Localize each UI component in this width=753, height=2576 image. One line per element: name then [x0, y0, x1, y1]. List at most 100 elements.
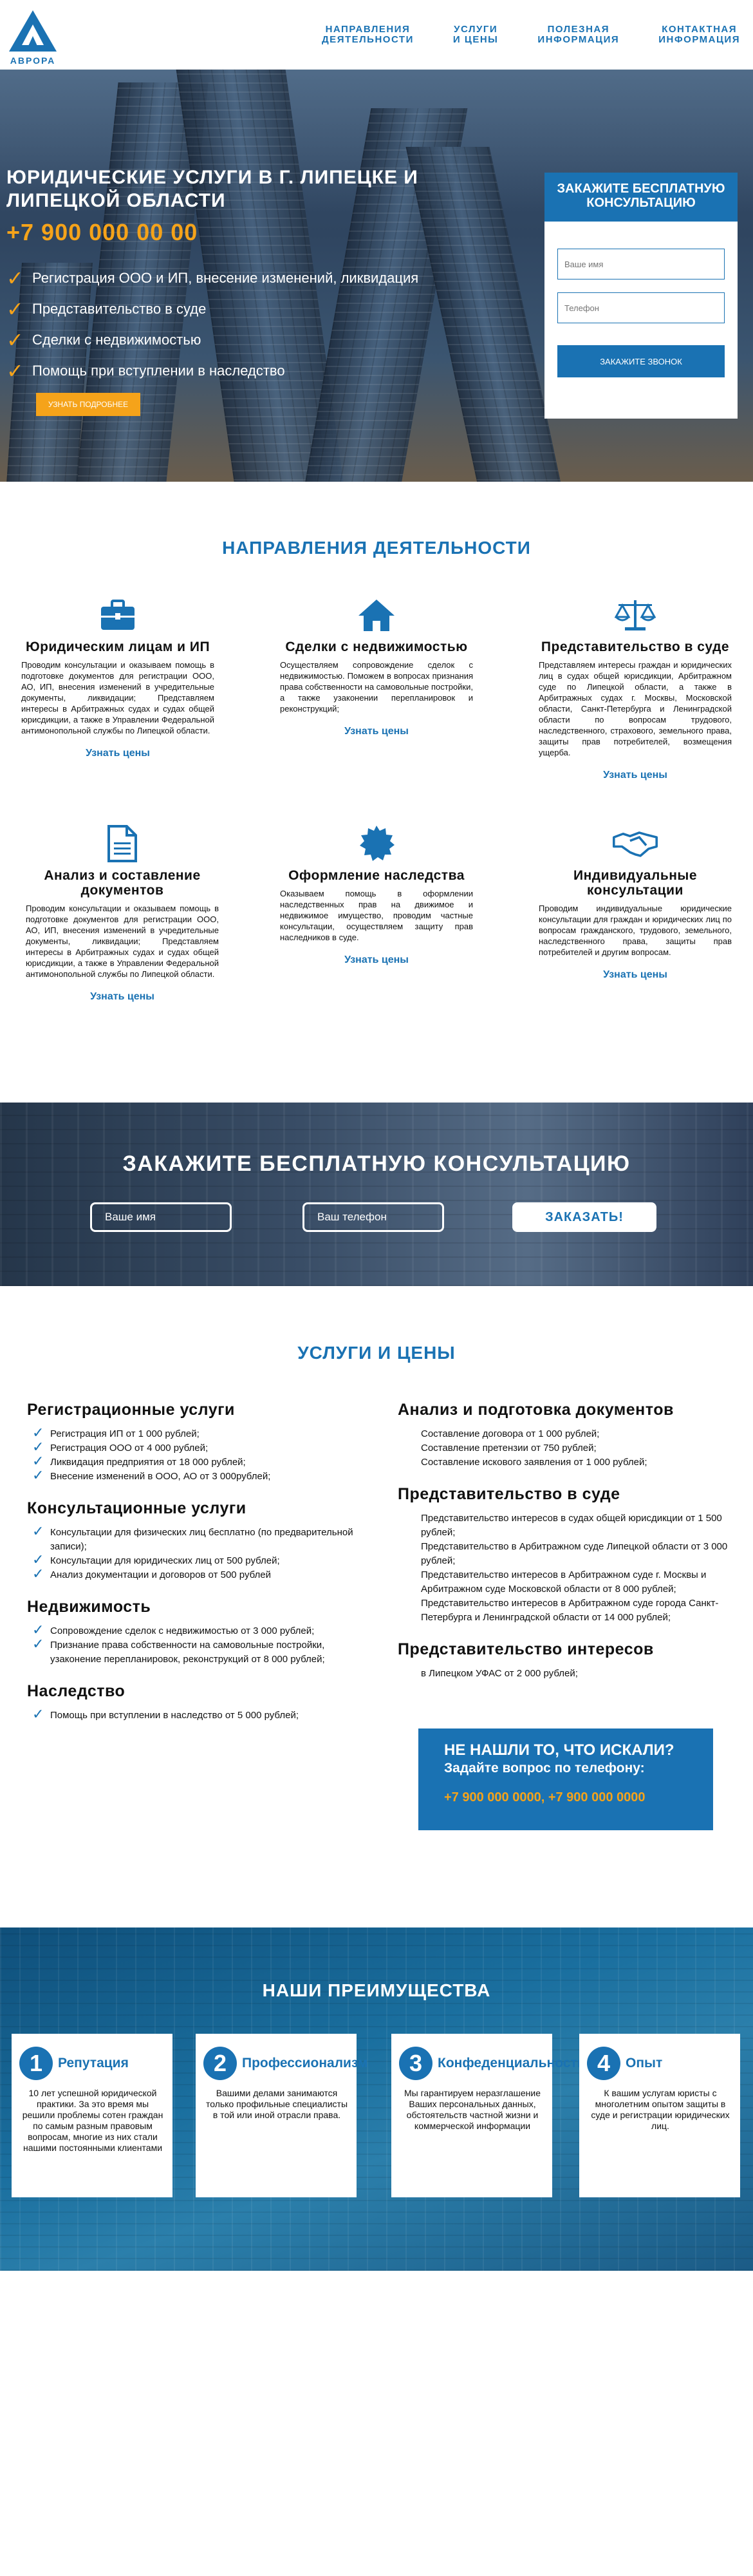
price-list: ✓ Консультации для физических лиц бесплат… [27, 1523, 362, 1582]
number-badge: 1 [19, 2047, 53, 2080]
cta-background [0, 1103, 753, 1286]
prices-left-column: Регистрационные услуги ✓ Регистрация ИП о… [27, 1401, 362, 1738]
seal-icon [354, 824, 399, 863]
direction-card: Индивидуальные консультации Проводим инд… [539, 824, 732, 981]
list-item: ✓ Анализ документации и договоров от 500 … [32, 1566, 272, 1582]
cta-title: ЗАКАЖИТЕ БЕСПЛАТНУЮ КОНСУЛЬТАЦИЮ [122, 1151, 631, 1176]
cta-phone-input[interactable] [302, 1202, 444, 1232]
direction-text: Проводим консультации и оказываем помощь… [26, 904, 219, 979]
advantages-section: НАШИ ПРЕИМУЩЕСТВА 1 Репутация 10 лет успе… [0, 1927, 753, 2271]
advantages-title: НАШИ ПРЕИМУЩЕСТВА [262, 1980, 491, 2000]
check-icon: ✓ [32, 1622, 44, 1638]
house-icon [354, 596, 399, 634]
list-item: ✓ Ликвидация предприятия от 18 000 рублей… [32, 1453, 246, 1469]
price-group: Регистрационные услуги ✓ Регистрация ИП о… [27, 1401, 362, 1484]
list-item: ✓ Внесение изменений в ООО, АО от 3 000ру… [32, 1467, 271, 1483]
price-list: Составление договора от 1 000 рублей; Со… [398, 1427, 732, 1470]
prices-link[interactable]: Узнать цены [539, 770, 732, 781]
check-icon: ✓ [6, 267, 24, 290]
prices-link[interactable]: Узнать цены [21, 748, 214, 759]
logo-text: АВРОРА [10, 55, 56, 66]
bullet-text: Помощь при вступлении в наследство [32, 363, 285, 379]
list-item: Составление договора от 1 000 рублей; [421, 1428, 600, 1439]
list-item: Представительство интересов в судах обще… [421, 1513, 722, 1538]
form-title: ЗАКАЖИТЕ БЕСПЛАТНУЮ КОНСУЛЬТАЦИЮ [544, 173, 738, 222]
price-list: в Липецком УФАС от 2 000 рублей; [398, 1667, 732, 1681]
advantage-title: Профессионализм [242, 2056, 368, 2070]
list-item: в Липецком УФАС от 2 000 рублей; [421, 1668, 578, 1679]
nav-item-services[interactable]: УСЛУГИ И ЦЕНЫ [453, 24, 498, 45]
bullet-text: Сделки с недвижимостью [32, 332, 201, 348]
handshake-icon [613, 824, 658, 863]
advantage-text: К вашим услугам юристы с многолетним опы… [591, 2088, 730, 2131]
direction-text: Оказываем помощь в оформлении наследстве… [280, 889, 473, 942]
prices-link[interactable]: Узнать цены [26, 991, 219, 1003]
list-item: Представительство интересов в Арбитражно… [421, 1569, 707, 1595]
prices-right-column: Анализ и подготовка документов Составлен… [398, 1401, 732, 1696]
list-item: ✓ Представительство в суде [6, 294, 418, 325]
prices-title: УСЛУГИ И ЦЕНЫ [297, 1343, 456, 1363]
advantage-text: 10 лет успешной юридической практики. За… [22, 2088, 163, 2153]
check-icon: ✓ [6, 359, 24, 383]
price-list: ✓ Помощь при вступлении в наследство от 5… [27, 1706, 362, 1723]
direction-title: Анализ и составление документов [44, 868, 201, 898]
direction-title: Юридическим лицам и ИП [25, 639, 210, 654]
check-icon: ✓ [32, 1425, 44, 1441]
list-item: ✓ Помощь при вступлении в наследство [6, 355, 418, 386]
price-list: ✓ Регистрация ИП от 1 000 рублей; ✓ Регист… [27, 1425, 362, 1484]
list-item: ✓ Сопровождение сделок с недвижимостью от… [32, 1622, 315, 1638]
list-item: Составление претензии от 750 рублей; [421, 1443, 597, 1454]
direction-card: Представительство в суде Представляем ин… [539, 596, 732, 781]
list-item: ✓ Сделки с недвижимостью [6, 325, 418, 355]
order-call-button[interactable]: ЗАКАЖИТЕ ЗВОНОК [557, 345, 725, 377]
price-group-heading: Анализ и подготовка документов [398, 1401, 674, 1419]
document-icon [100, 824, 145, 863]
nav-item-info[interactable]: ПОЛЕЗНАЯ ИНФОРМАЦИЯ [537, 24, 619, 45]
cta-name-input[interactable] [90, 1202, 232, 1232]
name-input[interactable] [557, 249, 725, 279]
price-group: Представительство в суде Представительст… [398, 1485, 732, 1625]
prices-link[interactable]: Узнать цены [280, 726, 473, 737]
price-group-heading: Представительство в суде [398, 1485, 620, 1503]
bullet-text: Регистрация ООО и ИП, внесение изменений… [32, 270, 419, 286]
price-group-heading: Наследство [27, 1682, 126, 1700]
advantage-title: Репутация [58, 2056, 129, 2070]
hero-phone[interactable]: +7 900 000 00 00 [6, 219, 198, 246]
direction-title: Оформление наследства [288, 868, 465, 883]
direction-text: Осуществляем сопровождение сделок с недв… [280, 660, 473, 714]
direction-title: Индивидуальные консультации [573, 868, 698, 898]
nav-item-contacts[interactable]: КОНТАКТНАЯ ИНФОРМАЦИЯ [658, 24, 740, 45]
logo[interactable]: АВРОРА [6, 8, 59, 66]
direction-title: Сделки с недвижимостью [285, 639, 468, 654]
price-group: Консультационные услуги ✓ Консультации дл… [27, 1499, 362, 1582]
promo-phones[interactable]: +7 900 000 0000, +7 900 000 0000 [444, 1790, 687, 1805]
check-icon: ✓ [32, 1523, 44, 1539]
check-icon: ✓ [32, 1551, 44, 1567]
advantage-card: 1 Репутация 10 лет успешной юридической п… [12, 2034, 172, 2197]
learn-more-button[interactable]: УЗНАТЬ ПОДРОБНЕЕ [36, 393, 140, 416]
direction-card: Оформление наследства Оказываем помощь в… [280, 824, 473, 966]
cta-order-button[interactable]: ЗАКАЗАТЬ! [512, 1202, 656, 1232]
check-icon: ✓ [32, 1636, 44, 1652]
number-badge: 3 [399, 2047, 432, 2080]
prices-link[interactable]: Узнать цены [539, 969, 732, 981]
direction-card: Юридическим лицам и ИП Проводим консульт… [21, 596, 214, 759]
nav-item-directions[interactable]: НАПРАВЛЕНИЯ ДЕЯТЕЛЬНОСТИ [322, 24, 414, 45]
direction-text: Проводим индивидуальные юридические конс… [539, 904, 732, 957]
advantage-card: 2 Профессионализм Вашими делами занимаютс… [196, 2034, 367, 2197]
hero-section: ЮРИДИЧЕСКИЕ УСЛУГИ В Г. ЛИПЕЦКЕ И ЛИПЕЦК… [0, 70, 753, 482]
price-group: Недвижимость ✓ Сопровождение сделок с нед… [27, 1598, 362, 1667]
direction-title: Представительство в суде [541, 639, 730, 654]
price-group: Представительство интересов в Липецком У… [398, 1640, 732, 1681]
list-item: ✓ Помощь при вступлении в наследство от 5… [32, 1706, 299, 1722]
list-item: ✓ Регистрация ООО от 4 000 рублей; [32, 1439, 209, 1455]
prices-link[interactable]: Узнать цены [280, 954, 473, 966]
price-list: ✓ Сопровождение сделок с недвижимостью от… [27, 1622, 362, 1667]
list-item: Составление искового заявления от 1 000 … [421, 1457, 647, 1468]
bullet-text: Представительство в суде [32, 301, 207, 317]
phone-input[interactable] [557, 292, 725, 323]
list-item: ✓ Консультации для юридических лиц от 500… [32, 1551, 280, 1567]
price-group-heading: Регистрационные услуги [27, 1401, 235, 1419]
list-item: ✓ Регистрация ООО и ИП, внесение изменени… [6, 263, 418, 294]
list-item: ✓ Консультации для физических лиц бесплат… [32, 1523, 353, 1553]
